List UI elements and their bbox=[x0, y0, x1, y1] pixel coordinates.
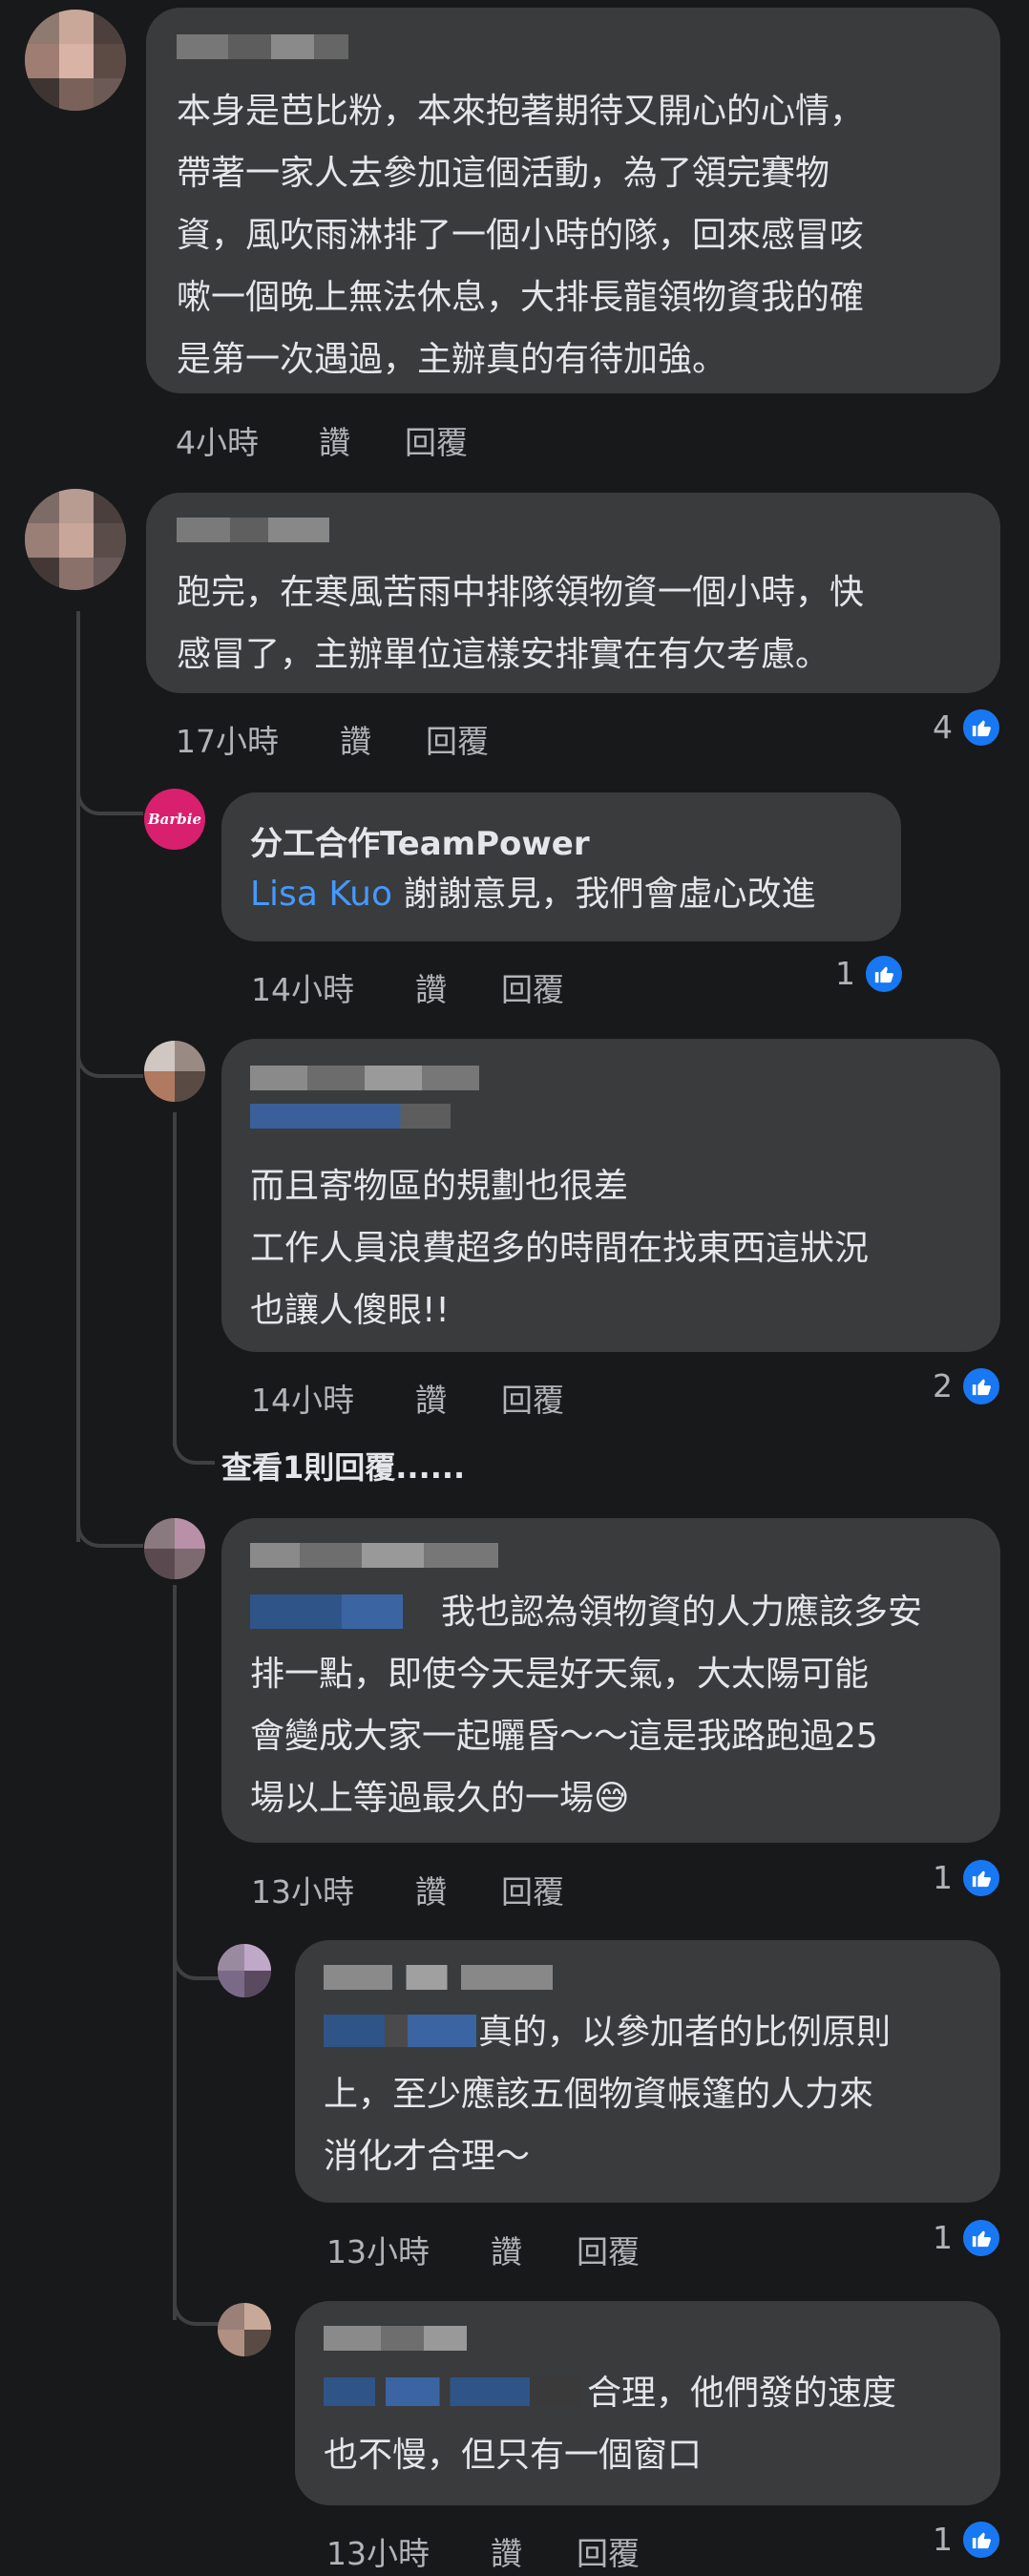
avatar-logo-text: Barbie bbox=[147, 811, 202, 828]
comment-text-line: 本身是芭比粉，本來抱著期待又開心的心情， bbox=[177, 92, 865, 131]
reply-text-line: 排一點，即使今天是好天氣，大太陽可能 bbox=[250, 1655, 870, 1694]
timestamp[interactable]: 14小時 bbox=[251, 1375, 354, 1421]
reply-bubble[interactable]: 真的，以參加者的比例原則 上，至少應該五個物資帳篷的人力來 消化才合理～ bbox=[295, 1940, 1000, 2203]
avatar[interactable] bbox=[144, 1041, 205, 1102]
reply-text: 謝謝意見，我們會虛心改進 bbox=[403, 875, 816, 914]
timestamp[interactable]: 13小時 bbox=[326, 2227, 430, 2272]
blurred-author-name bbox=[250, 1066, 479, 1090]
reply-text-line: 而且寄物區的規劃也很差 bbox=[250, 1167, 629, 1206]
avatar[interactable] bbox=[218, 1944, 271, 1997]
timestamp[interactable]: 14小時 bbox=[251, 964, 354, 1010]
like-count: 1 bbox=[933, 2219, 953, 2256]
reply-bubble[interactable]: 而且寄物區的規劃也很差 工作人員浪費超多的時間在找東西這狀況 也讓人傻眼!! bbox=[221, 1039, 1000, 1352]
reply-text-line: 也不慢，但只有一個窗口 bbox=[324, 2436, 703, 2475]
like-count: 1 bbox=[933, 1859, 953, 1896]
like-count: 2 bbox=[933, 1367, 953, 1404]
page-avatar[interactable]: Barbie bbox=[144, 789, 205, 850]
thumbs-up-icon bbox=[960, 2217, 1002, 2259]
like-link[interactable]: 讚 bbox=[491, 2227, 522, 2272]
thread-elbow-5 bbox=[173, 1948, 224, 1980]
reply-link[interactable]: 回覆 bbox=[577, 2528, 640, 2574]
reply-link[interactable]: 回覆 bbox=[501, 1867, 564, 1912]
reply-text-line: 也讓人傻眼!! bbox=[250, 1291, 450, 1330]
like-count: 1 bbox=[835, 955, 855, 992]
timestamp[interactable]: 4小時 bbox=[176, 417, 259, 463]
like-count: 4 bbox=[933, 708, 953, 746]
mention-link[interactable]: Lisa Kuo bbox=[250, 875, 392, 914]
reaction-summary[interactable]: 1 bbox=[916, 2519, 1002, 2563]
reply-link[interactable]: 回覆 bbox=[405, 417, 468, 463]
thread-line-sub-1 bbox=[173, 1112, 177, 1446]
timestamp[interactable]: 17小時 bbox=[176, 716, 279, 762]
reaction-summary[interactable]: 4 bbox=[916, 707, 1002, 750]
thread-elbow-2 bbox=[76, 1045, 143, 1078]
blurred-author-name bbox=[250, 1543, 498, 1568]
like-link[interactable]: 讚 bbox=[415, 1375, 447, 1421]
comment-text-line: 帶著一家人去參加這個活動，為了領完賽物 bbox=[177, 154, 830, 193]
reply-text-line: 場以上等過最久的一場😅 bbox=[250, 1779, 630, 1818]
thumbs-up-icon bbox=[960, 2519, 1002, 2561]
reply-text-line: 真的，以參加者的比例原則 bbox=[478, 2013, 892, 2052]
reply-text-line: 工作人員浪費超多的時間在找東西這狀況 bbox=[250, 1229, 870, 1268]
avatar[interactable] bbox=[25, 489, 126, 590]
thumbs-up-icon bbox=[960, 1365, 1002, 1407]
like-count: 1 bbox=[933, 2521, 953, 2558]
reaction-summary[interactable]: 2 bbox=[916, 1365, 1002, 1409]
reply-link[interactable]: 回覆 bbox=[426, 716, 489, 762]
blurred-author-name bbox=[324, 2326, 467, 2351]
avatar[interactable] bbox=[144, 1518, 205, 1579]
blurred-tag bbox=[250, 1104, 451, 1129]
thread-elbow-6 bbox=[173, 2291, 224, 2326]
reply-text-line: 會變成大家一起曬昏～～這是我路跑過25 bbox=[250, 1717, 878, 1756]
blurred-author-name bbox=[177, 517, 329, 542]
blurred-author-name bbox=[324, 1965, 553, 1990]
comment-text-line: 是第一次遇過，主辦真的有待加強。 bbox=[177, 340, 727, 379]
like-link[interactable]: 讚 bbox=[491, 2528, 522, 2574]
like-link[interactable]: 讚 bbox=[415, 1867, 447, 1912]
author-name[interactable]: 分工合作TeamPower bbox=[250, 817, 590, 864]
comment-bubble[interactable]: 本身是芭比粉，本來抱著期待又開心的心情， 帶著一家人去參加這個活動，為了領完賽物… bbox=[146, 8, 1000, 393]
view-more-replies-link[interactable]: 查看1則回覆...... bbox=[221, 1444, 465, 1488]
thread-elbow-4 bbox=[173, 1413, 215, 1465]
reply-text-line: 上，至少應該五個物資帳篷的人力來 bbox=[324, 2075, 874, 2114]
reply-text-line: 消化才合理～ bbox=[324, 2137, 531, 2176]
thumbs-up-icon bbox=[960, 1857, 1002, 1899]
reply-link[interactable]: 回覆 bbox=[501, 1375, 564, 1421]
thread-line-main bbox=[76, 611, 80, 1542]
reply-bubble[interactable]: 合理，他們發的速度 也不慢，但只有一個窗口 bbox=[295, 2301, 1000, 2505]
reply-text-line: 我也認為領物資的人力應該多安 bbox=[441, 1593, 923, 1632]
thread-elbow-3 bbox=[76, 1513, 143, 1548]
like-link[interactable]: 讚 bbox=[340, 716, 371, 762]
reply-text-line: 合理，他們發的速度 bbox=[587, 2374, 897, 2413]
reaction-summary[interactable]: 1 bbox=[916, 2217, 1002, 2261]
reply-bubble[interactable]: 我也認為領物資的人力應該多安 排一點，即使今天是好天氣，大太陽可能 會變成大家一… bbox=[221, 1518, 1000, 1843]
comment-text-line: 嗽一個晚上無法休息，大排長龍領物資我的確 bbox=[177, 278, 865, 317]
comment-text-line: 資，風吹雨淋排了一個小時的隊，回來感冒咳 bbox=[177, 216, 865, 255]
reply-link[interactable]: 回覆 bbox=[577, 2227, 640, 2272]
comment-text-line: 跑完，在寒風苦雨中排隊領物資一個小時，快 bbox=[177, 573, 865, 612]
thumbs-up-icon bbox=[960, 707, 1002, 749]
thumbs-up-icon bbox=[863, 953, 905, 995]
blurred-author-name bbox=[177, 34, 348, 59]
avatar[interactable] bbox=[218, 2303, 271, 2356]
timestamp[interactable]: 13小時 bbox=[251, 1867, 354, 1912]
thread-elbow-1 bbox=[76, 783, 143, 815]
comment-text-line: 感冒了，主辦單位這樣安排實在有欠考慮。 bbox=[177, 635, 830, 674]
avatar[interactable] bbox=[25, 10, 126, 111]
reply-link[interactable]: 回覆 bbox=[501, 964, 564, 1010]
reaction-summary[interactable]: 1 bbox=[819, 953, 905, 997]
reply-bubble[interactable]: 分工合作TeamPower Lisa Kuo 謝謝意見，我們會虛心改進 bbox=[221, 792, 901, 941]
like-link[interactable]: 讚 bbox=[319, 417, 350, 463]
timestamp[interactable]: 13小時 bbox=[326, 2528, 430, 2574]
like-link[interactable]: 讚 bbox=[415, 964, 447, 1010]
comment-bubble[interactable]: 跑完，在寒風苦雨中排隊領物資一個小時，快 感冒了，主辦單位這樣安排實在有欠考慮。 bbox=[146, 493, 1000, 693]
reaction-summary[interactable]: 1 bbox=[916, 1857, 1002, 1901]
